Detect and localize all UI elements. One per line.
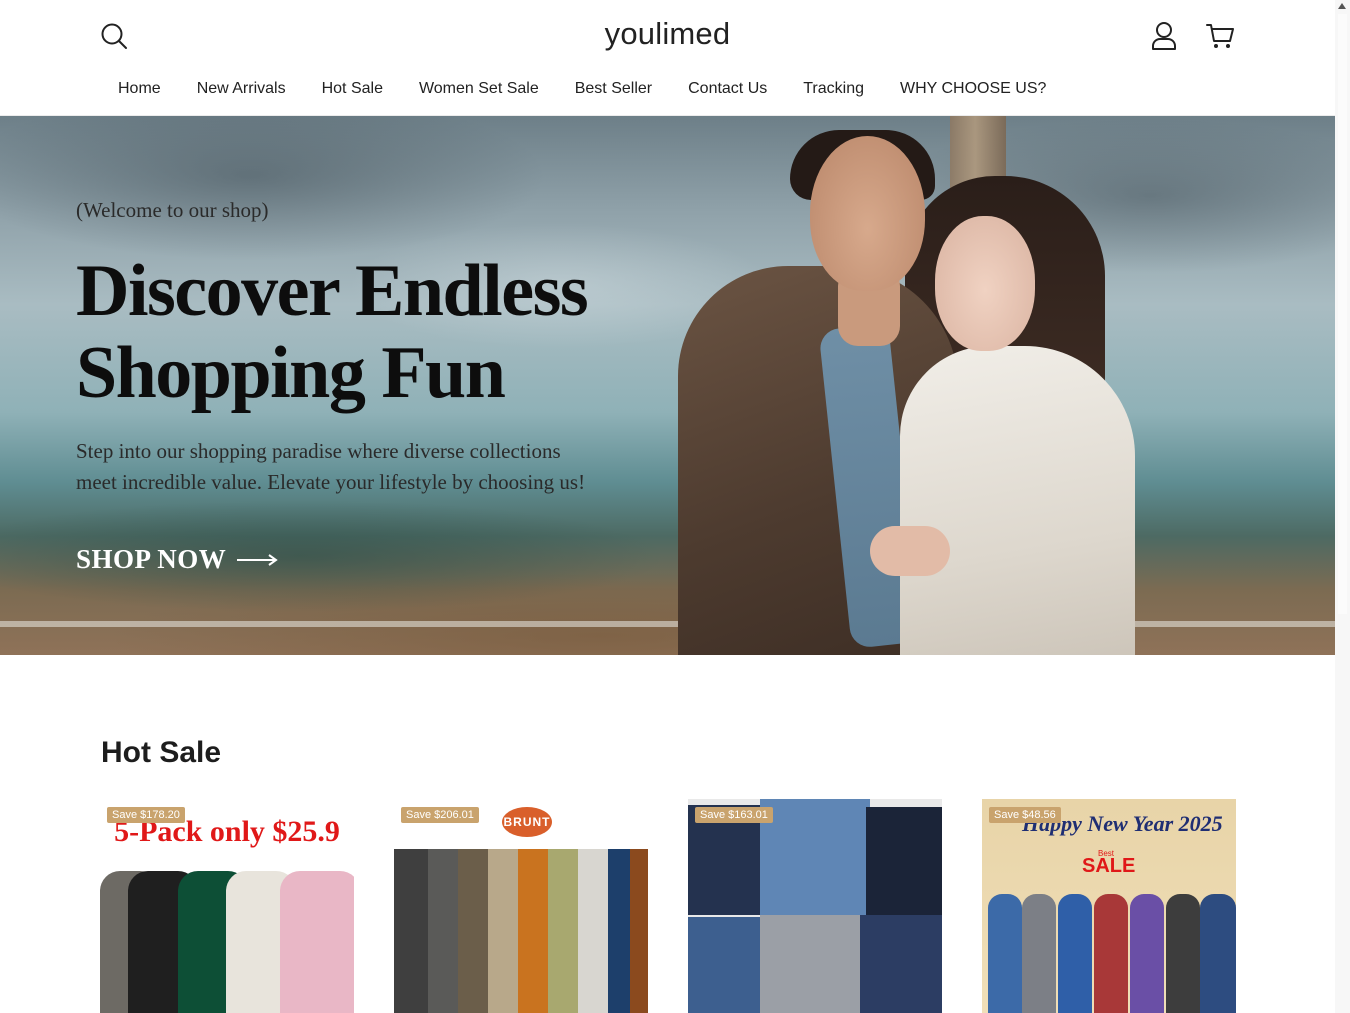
product-image-leggings bbox=[988, 894, 1022, 1013]
product-image-sale-text: SALE bbox=[1082, 855, 1136, 877]
product-image-pant bbox=[458, 849, 488, 1013]
scrollbar-thumb[interactable] bbox=[1338, 14, 1347, 614]
hero-man-face bbox=[810, 136, 925, 291]
product-image-jeans bbox=[760, 799, 870, 919]
product-image-pant bbox=[518, 849, 548, 1013]
product-image-pant bbox=[488, 849, 518, 1013]
hero-woman-face bbox=[935, 216, 1035, 351]
page: youlimed Home New Arrivals Hot Sale Wome… bbox=[0, 0, 1335, 1013]
page-scrollbar[interactable] bbox=[1335, 0, 1350, 1013]
nav-item-home[interactable]: Home bbox=[100, 76, 179, 102]
product-image-pant bbox=[428, 849, 458, 1013]
brand-logo: BRUNT bbox=[502, 807, 552, 837]
product-image-leggings bbox=[1166, 894, 1200, 1013]
hero-title-line-1: Discover Endless bbox=[76, 250, 589, 332]
nav-item-women-set-sale[interactable]: Women Set Sale bbox=[401, 76, 557, 102]
scroll-up-icon[interactable] bbox=[1338, 3, 1346, 9]
hero-description-line-2: meet incredible value. Elevate your life… bbox=[76, 470, 586, 494]
hero-description-line-1: Step into our shopping paradise where di… bbox=[76, 439, 561, 463]
product-image-leggings bbox=[1200, 894, 1236, 1013]
save-badge: Save $206.01 bbox=[401, 807, 479, 823]
product-card[interactable]: Save $163.01 bbox=[688, 799, 942, 1013]
product-card[interactable]: Save $48.56 Happy New Year 2025 Best SAL… bbox=[982, 799, 1236, 1013]
nav-item-new-arrivals[interactable]: New Arrivals bbox=[179, 76, 304, 102]
site-logo[interactable]: youlimed bbox=[0, 16, 1335, 52]
account-icon bbox=[1152, 22, 1176, 50]
product-image-leggings bbox=[1058, 894, 1092, 1013]
hot-sale-product-grid: Save $178.20 5-Pack only $25.9 Save $206… bbox=[100, 799, 1236, 1013]
product-image-pant bbox=[394, 849, 428, 1013]
product-card[interactable]: Save $178.20 5-Pack only $25.9 bbox=[100, 799, 354, 1013]
product-image-jeans bbox=[760, 915, 860, 1013]
shop-now-button[interactable]: SHOP NOW bbox=[76, 544, 279, 575]
save-badge: Save $48.56 bbox=[989, 807, 1061, 823]
main-nav: Home New Arrivals Hot Sale Women Set Sal… bbox=[100, 76, 1064, 102]
product-image-pant bbox=[578, 849, 608, 1013]
product-image-pant bbox=[548, 849, 578, 1013]
shop-now-label: SHOP NOW bbox=[76, 544, 227, 574]
account-button[interactable] bbox=[1147, 18, 1181, 54]
product-image-jeans bbox=[866, 807, 942, 917]
hero-title-line-2: Shopping Fun bbox=[76, 332, 506, 414]
site-header: youlimed Home New Arrivals Hot Sale Wome… bbox=[0, 0, 1335, 116]
product-image-leggings bbox=[1130, 894, 1164, 1013]
product-image-jeans bbox=[688, 917, 763, 1013]
nav-item-best-seller[interactable]: Best Seller bbox=[557, 76, 670, 102]
nav-item-hot-sale[interactable]: Hot Sale bbox=[304, 76, 401, 102]
cart-button[interactable] bbox=[1202, 18, 1238, 54]
save-badge: Save $178.20 bbox=[107, 807, 185, 823]
hero-woman-hand bbox=[870, 526, 950, 576]
nav-item-contact-us[interactable]: Contact Us bbox=[670, 76, 785, 102]
nav-item-why-choose-us[interactable]: WHY CHOOSE US? bbox=[882, 76, 1064, 102]
cart-icon bbox=[1206, 24, 1234, 48]
hero-subtitle: (Welcome to our shop) bbox=[76, 198, 269, 222]
nav-item-tracking[interactable]: Tracking bbox=[785, 76, 882, 102]
hot-sale-title: Hot Sale bbox=[101, 736, 222, 769]
product-image-jeans bbox=[860, 915, 942, 1013]
save-badge: Save $163.01 bbox=[695, 807, 773, 823]
product-image-leggings bbox=[1022, 894, 1056, 1013]
hero-woman-shirt bbox=[900, 346, 1135, 655]
product-image-leggings bbox=[1094, 894, 1128, 1013]
hero-description: Step into our shopping paradise where di… bbox=[76, 436, 676, 498]
product-card[interactable]: Save $206.01 BRUNT bbox=[394, 799, 648, 1013]
arrow-right-icon bbox=[237, 553, 279, 566]
product-image-pant bbox=[630, 849, 648, 1013]
product-image-coat bbox=[280, 871, 354, 1013]
hero-title: Discover Endless Shopping Fun bbox=[76, 250, 716, 414]
hero-banner[interactable]: (Welcome to our shop) Discover Endless S… bbox=[0, 116, 1335, 655]
